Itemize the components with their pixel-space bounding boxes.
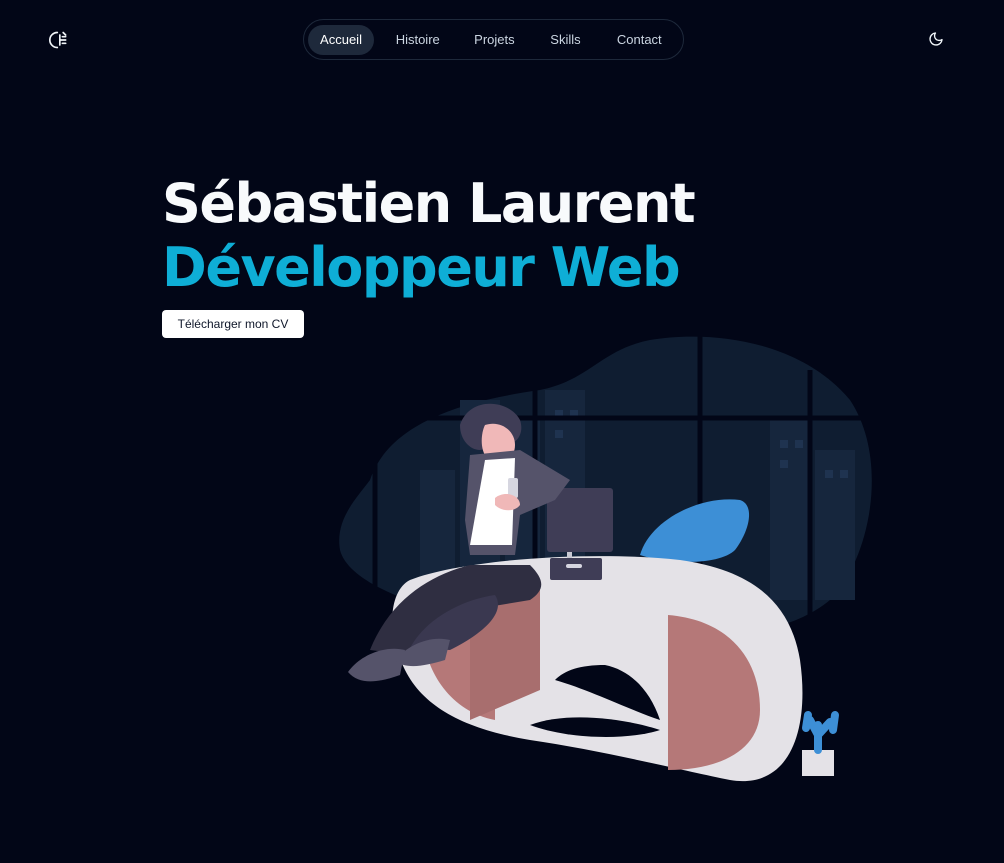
portfolio-page: Accueil Histoire Projets Skills Contact … — [0, 0, 1004, 863]
hero-name: Sébastien Laurent — [162, 172, 696, 235]
moon-icon — [929, 32, 943, 46]
download-cv-button[interactable]: Télécharger mon CV — [162, 310, 304, 338]
nav-item-contact[interactable]: Contact — [600, 25, 679, 55]
nav-item-projets[interactable]: Projets — [459, 25, 529, 55]
main-nav: Accueil Histoire Projets Skills Contact — [303, 19, 684, 60]
hero-role: Développeur Web — [162, 236, 681, 299]
developer-desk-illustration — [339, 335, 872, 782]
nav-item-histoire[interactable]: Histoire — [378, 25, 457, 55]
logo-icon[interactable] — [47, 28, 71, 52]
nav-item-skills[interactable]: Skills — [533, 25, 597, 55]
theme-toggle-button[interactable] — [924, 27, 948, 51]
nav-item-accueil[interactable]: Accueil — [308, 24, 374, 55]
